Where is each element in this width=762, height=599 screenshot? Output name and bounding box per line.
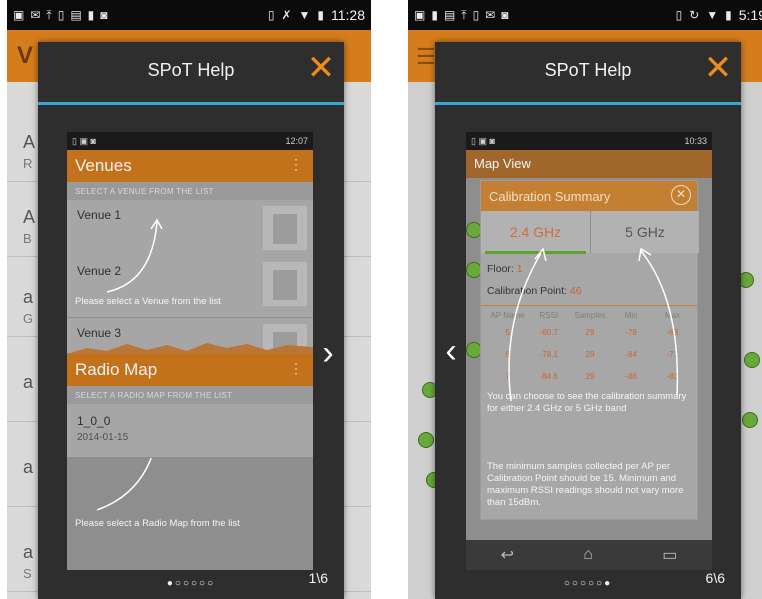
map-tree xyxy=(742,412,758,428)
vibrate-icon: ▯ xyxy=(267,8,275,22)
map-tree xyxy=(418,432,434,448)
hint-arrows xyxy=(67,218,313,511)
clock: 5:19 xyxy=(738,7,762,23)
page-indicator: ○○○○○● xyxy=(563,578,613,589)
help-dialog: SPoT Help ✕ ▯ ▣ ◙ 10:33 Map View Calibra… xyxy=(435,42,741,599)
radio-map-hint: Please select a Radio Map from the list xyxy=(75,518,240,529)
help-screenshot: ▯ ▣ ◙ 10:33 Map View Calibration Summary… xyxy=(466,132,712,570)
camera-icon: ◙ xyxy=(100,8,108,22)
notification-icon: ▣ xyxy=(414,8,426,22)
wifi-icon: ▼ xyxy=(298,8,311,22)
radio-map-subheader: SELECT A RADIO MAP FROM THE LIST xyxy=(67,386,313,404)
calibration-summary-card: Calibration Summary ✕ 2.4 GHz 5 GHz Floo… xyxy=(480,180,699,520)
mini-status-bar: ▯ ▣ ◙ 10:33 xyxy=(466,132,712,150)
camera-icon: ◙ xyxy=(501,8,509,22)
dialog-title: SPoT Help xyxy=(544,60,632,80)
mail-icon: ✉ xyxy=(30,8,41,22)
notification-icon: ▣ xyxy=(13,8,25,22)
upload-icon: ⤒ xyxy=(46,8,52,22)
close-icon[interactable]: ✕ xyxy=(306,51,336,85)
dialog-title: SPoT Help xyxy=(147,60,235,80)
radio-map-header: Radio Map ⋮ xyxy=(67,354,313,386)
status-bar: ▣ ✉ ⤒ ▯ ▤ ▮ ◙ ▯ ✗ ▼ ▮ 11:28 xyxy=(7,0,371,30)
mini-battery-icon: ▯ ▣ ◙ xyxy=(471,135,495,146)
bars-icon: ▮ xyxy=(87,8,95,22)
bars-icon: ▮ xyxy=(431,8,438,22)
page-count: 1\6 xyxy=(308,570,328,586)
phone-icon: ▯ xyxy=(472,8,480,22)
list-item: 1_0_0 2014-01-15 xyxy=(67,404,313,458)
home-icon[interactable]: ⌂ xyxy=(583,546,593,564)
dialog-divider xyxy=(38,102,344,105)
help-screen-right: ▣ ▮ ▤ ⤒ ▯ ✉ ◙ ▯ ↻ ▼ ▮ 5:19 ☰ SPoT Help ✕… xyxy=(408,0,762,599)
phone-icon: ▯ xyxy=(57,8,65,22)
close-icon[interactable]: ✕ xyxy=(703,51,733,85)
vibrate-icon: ▯ xyxy=(675,8,683,22)
battery-icon: ▮ xyxy=(317,8,324,22)
menu-icon[interactable]: ☰ xyxy=(416,44,436,70)
battery-icon: ▮ xyxy=(725,8,732,22)
status-bar: ▣ ▮ ▤ ⤒ ▯ ✉ ◙ ▯ ↻ ▼ ▮ 5:19 xyxy=(408,0,762,30)
page-count: 6\6 xyxy=(705,570,725,586)
sync-icon: ↻ xyxy=(689,8,700,22)
map-view-header: Map View xyxy=(466,150,712,178)
help-dialog: SPoT Help ✕ ▯ ▣ ◙ 12:07 Venues ⋮ SELECT … xyxy=(38,42,344,599)
mail-icon: ✉ xyxy=(485,8,496,22)
image-icon: ▤ xyxy=(70,8,82,22)
dialog-divider xyxy=(435,102,741,105)
mini-clock: 10:33 xyxy=(684,136,707,146)
clock: 11:28 xyxy=(331,7,365,23)
recent-apps-icon[interactable]: ▭ xyxy=(662,545,677,565)
hint-arrows xyxy=(508,247,679,402)
app-title-initial: V xyxy=(17,42,34,69)
next-arrow-icon[interactable]: › xyxy=(314,334,342,374)
wifi-icon: ▼ xyxy=(706,8,719,22)
overflow-menu-icon: ⋮ xyxy=(289,360,303,376)
android-nav-bar: ↩ ⌂ ▭ xyxy=(466,540,712,570)
image-icon: ▤ xyxy=(443,8,456,22)
back-icon[interactable]: ↩ xyxy=(501,545,514,565)
previous-arrow-icon[interactable]: ‹ xyxy=(437,332,465,372)
map-tree xyxy=(744,352,760,368)
upload-icon: ⤒ xyxy=(461,8,467,22)
help-screen-left: ▣ ✉ ⤒ ▯ ▤ ▮ ◙ ▯ ✗ ▼ ▮ 11:28 V AR AB aG a… xyxy=(7,0,371,599)
page-indicator: ●○○○○○ xyxy=(166,578,216,589)
help-screenshot: ▯ ▣ ◙ 12:07 Venues ⋮ SELECT A VENUE FROM… xyxy=(67,132,313,570)
no-sound-icon: ✗ xyxy=(281,8,292,22)
